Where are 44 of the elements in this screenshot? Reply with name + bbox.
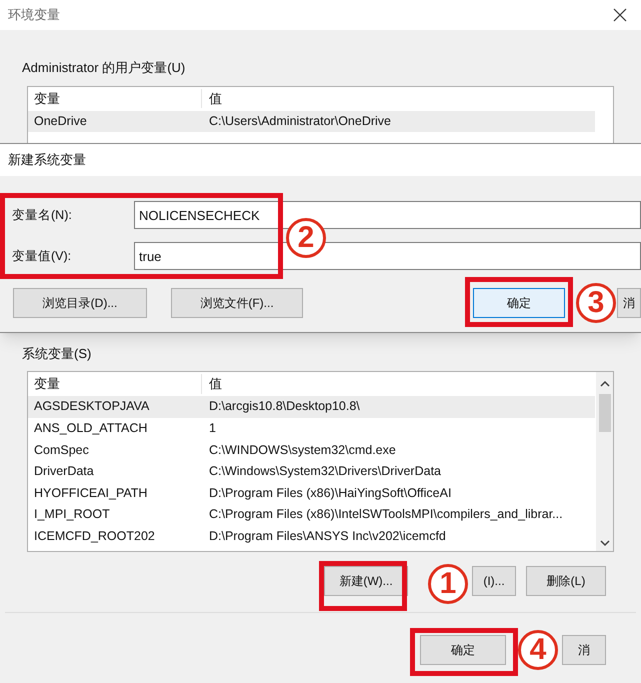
- scroll-up-icon[interactable]: [600, 380, 610, 388]
- scroll-thumb[interactable]: [598, 394, 610, 432]
- field-label: 变量名(N):: [11, 206, 73, 224]
- variable-value: C:\Program Files (x86)\IntelSWToolsMPI\compilers_and_librar...: [208, 506, 563, 524]
- column-header[interactable]: 变量: [28, 88, 202, 108]
- variable-name: ICEMCFD_ROOT202: [33, 528, 156, 545]
- window-title: 环境变量: [8, 6, 60, 24]
- variable-value: D:\Program Files\ANSYS Inc\v202\icemcfd: [208, 528, 446, 545]
- scroll-down-icon[interactable]: [600, 539, 610, 547]
- dialog-button[interactable]: 删除(L): [526, 566, 606, 596]
- variable-name: OneDrive: [33, 112, 88, 130]
- scrollbar[interactable]: [596, 372, 613, 551]
- dialog-title: 新建系统变量: [8, 151, 86, 170]
- dialog-button[interactable]: 浏览目录(D)...: [13, 288, 147, 318]
- variable-value: D:\arcgis10.8\Desktop10.8\: [208, 398, 360, 416]
- column-header[interactable]: 值: [202, 374, 222, 394]
- variable-name: ComSpec: [33, 442, 90, 459]
- dialog-button[interactable]: 确定: [473, 288, 565, 318]
- variable-name: I_MPI_ROOT: [33, 506, 111, 524]
- dialog-button[interactable]: 新建(W)...: [324, 566, 408, 596]
- dialog-button[interactable]: 浏览文件(F)...: [171, 288, 303, 318]
- variable-name: ANS_OLD_ATTACH: [33, 420, 148, 438]
- variable-name: HYOFFICEAI_PATH: [33, 484, 148, 502]
- step-number: 4: [518, 630, 558, 670]
- section-label: Administrator 的用户变量(U): [22, 59, 186, 77]
- step-number: 1: [428, 564, 468, 604]
- variable-name: DriverData: [33, 463, 95, 480]
- table-row[interactable]: OneDrive C:\Users\Administrator\OneDrive: [28, 110, 595, 132]
- column-header[interactable]: 变量: [28, 374, 202, 394]
- column-header[interactable]: 值: [202, 88, 222, 108]
- dialog-button[interactable]: (I)...: [472, 566, 516, 596]
- variable-value: C:\Windows\System32\Drivers\DriverData: [208, 463, 441, 480]
- variable-value: D:\Program Files (x86)\HaiYingSoft\OfficeAI: [208, 484, 452, 502]
- dialog-button[interactable]: 消: [562, 635, 606, 665]
- close-icon[interactable]: [613, 8, 627, 22]
- dialog-button[interactable]: 确定: [420, 635, 506, 665]
- field-label: 变量值(V):: [11, 248, 72, 265]
- variable-value: C:\Users\Administrator\OneDrive: [208, 112, 391, 130]
- section-label: 系统变量(S): [22, 344, 92, 363]
- variable-name: AGSDESKTOPJAVA: [33, 398, 150, 416]
- dialog-button[interactable]: 消: [617, 288, 641, 318]
- variable-value: 1: [208, 420, 216, 438]
- table-row[interactable]: AGSDESKTOPJAVA D:\arcgis10.8\Desktop10.8\: [28, 396, 595, 418]
- variable-value: C:\WINDOWS\system32\cmd.exe: [208, 442, 396, 459]
